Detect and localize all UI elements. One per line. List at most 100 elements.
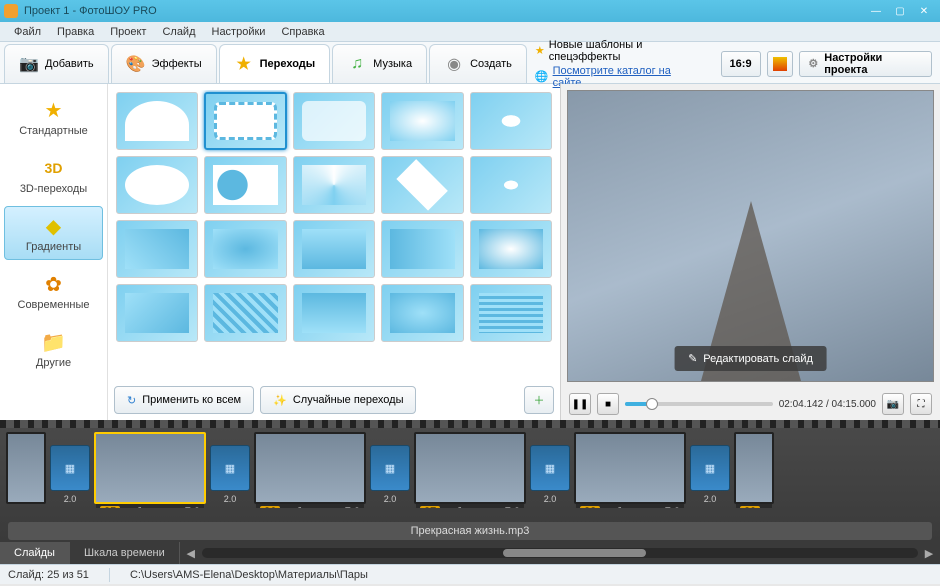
color-swatch-button[interactable] [767,51,794,77]
tab-transitions[interactable]: ★ Переходы [219,44,331,83]
tab-transitions-label: Переходы [260,58,316,70]
timeline-slide[interactable]: 27✎▾7.0 [414,432,526,504]
menu-slide[interactable]: Слайд [154,24,203,40]
snapshot-button[interactable]: 📷 [882,393,904,415]
tab-add[interactable]: 📷 Добавить [4,44,109,83]
project-settings-label: Настройки проекта [824,52,923,76]
music-note-icon: ♫ [347,54,367,74]
timeline-transition[interactable]: ▦2.0 [50,445,90,491]
timeline: ▦2.0 25✎▾7.0 ▦2.0 26✎▾7.0 ▦2.0 27✎▾7.0 ▦… [0,420,940,542]
puzzle-icon: ✿ [41,271,67,297]
tab-music[interactable]: ♫ Музыка [332,44,427,83]
transition-thumb[interactable] [116,92,198,150]
app-icon [4,4,18,18]
scroll-track[interactable] [202,548,918,558]
3d-icon: 3D [41,155,67,181]
transition-panel: ↻ Применить ко всем ✨ Случайные переходы… [108,84,560,420]
timeline-transition[interactable]: ▦2.0 [690,445,730,491]
menu-project[interactable]: Проект [102,24,154,40]
swatch-icon [773,57,787,71]
audio-track[interactable]: Прекрасная жизнь.mp3 [8,522,932,540]
status-bar: Слайд: 25 из 51 C:\Users\AMS-Elena\Deskt… [0,564,940,584]
audio-filename: Прекрасная жизнь.mp3 [411,525,530,537]
menu-help[interactable]: Справка [273,24,332,40]
transition-thumb[interactable] [381,220,463,278]
transition-thumb[interactable] [293,92,375,150]
transition-thumb[interactable] [470,92,552,150]
aspect-ratio-button[interactable]: 16:9 [721,51,761,77]
category-3d[interactable]: 3D 3D-переходы [4,148,103,202]
transition-thumb[interactable] [293,156,375,214]
menu-settings[interactable]: Настройки [204,24,274,40]
refresh-icon: ↻ [127,394,136,407]
timeline-transition[interactable]: ▦2.0 [210,445,250,491]
film-perforation [0,420,940,428]
transition-thumb[interactable] [470,156,552,214]
timeline-slide[interactable] [6,432,46,504]
pencil-icon: ✎ [137,505,146,508]
fullscreen-button[interactable]: ⛶ [910,393,932,415]
category-modern-label: Современные [18,299,90,311]
tab-create[interactable]: ◉ Создать [429,44,527,83]
notice-templates: Новые шаблоны и спецэффекты [549,39,709,63]
tab-effects-label: Эффекты [152,58,202,70]
tab-effects[interactable]: 🎨 Эффекты [111,44,217,83]
apply-all-button[interactable]: ↻ Применить ко всем [114,386,254,414]
timeline-slide[interactable]: 26✎▾7.0 [254,432,366,504]
scroll-left-button[interactable]: ◀ [184,546,198,560]
category-other[interactable]: 📁 Другие [4,322,103,376]
seek-bar[interactable] [625,402,773,406]
transition-thumb[interactable] [116,284,198,342]
wand-icon: ✨ [273,394,287,407]
category-gradients-label: Градиенты [26,241,81,253]
transition-thumb[interactable] [381,284,463,342]
transition-thumb[interactable] [116,220,198,278]
timeline-slide[interactable]: 25✎▾7.0 [94,432,206,504]
transition-thumb[interactable] [204,284,286,342]
tab-slides-view[interactable]: Слайды [0,542,70,564]
seek-thumb[interactable] [646,398,658,410]
timeline-slide[interactable]: 28✎▾7.0 [574,432,686,504]
transition-thumb[interactable] [204,220,286,278]
category-gradients[interactable]: ◆ Градиенты [4,206,103,260]
close-button[interactable]: ✕ [912,3,936,19]
status-path: C:\Users\AMS-Elena\Desktop\Материалы\Пар… [130,569,368,581]
project-settings-button[interactable]: ⚙ Настройки проекта [799,51,932,77]
add-transition-button[interactable]: ＋ [524,386,554,414]
category-sidebar: ★ Стандартные 3D 3D-переходы ◆ Градиенты… [0,84,108,420]
category-standard[interactable]: ★ Стандартные [4,90,103,144]
gear-icon: ⚙ [808,57,818,70]
timeline-transition[interactable]: ▦2.0 [530,445,570,491]
transition-thumb[interactable] [116,156,198,214]
transition-thumb[interactable] [204,92,286,150]
timeline-slide[interactable]: 29 [734,432,774,504]
tab-timeline-view[interactable]: Шкала времени [70,542,180,564]
transition-thumb[interactable] [381,156,463,214]
folder-icon: 📁 [41,329,67,355]
transition-thumb[interactable] [293,220,375,278]
maximize-button[interactable]: ▢ [888,3,912,19]
timeline-transition[interactable]: ▦2.0 [370,445,410,491]
menu-bar: Файл Правка Проект Слайд Настройки Справ… [0,22,940,42]
scroll-right-button[interactable]: ▶ [922,546,936,560]
preview-panel: ✎ Редактировать слайд ❚❚ ■ 02:04.142 / 0… [560,84,940,420]
timeline-track[interactable]: ▦2.0 25✎▾7.0 ▦2.0 26✎▾7.0 ▦2.0 27✎▾7.0 ▦… [0,428,940,508]
menu-edit[interactable]: Правка [49,24,102,40]
scroll-thumb[interactable] [503,549,646,557]
pause-button[interactable]: ❚❚ [569,393,591,415]
disc-icon: ◉ [444,54,464,74]
edit-slide-button[interactable]: ✎ Редактировать слайд [674,346,827,371]
stop-button[interactable]: ■ [597,393,619,415]
transition-thumb[interactable] [470,284,552,342]
category-modern[interactable]: ✿ Современные [4,264,103,318]
minimize-button[interactable]: — [864,3,888,19]
preview-image: ✎ Редактировать слайд [567,90,934,382]
edit-slide-label: Редактировать слайд [703,353,813,365]
transition-thumb[interactable] [470,220,552,278]
transition-grid [114,90,554,380]
transition-thumb[interactable] [204,156,286,214]
menu-file[interactable]: Файл [6,24,49,40]
random-transitions-button[interactable]: ✨ Случайные переходы [260,386,416,414]
transition-thumb[interactable] [381,92,463,150]
transition-thumb[interactable] [293,284,375,342]
